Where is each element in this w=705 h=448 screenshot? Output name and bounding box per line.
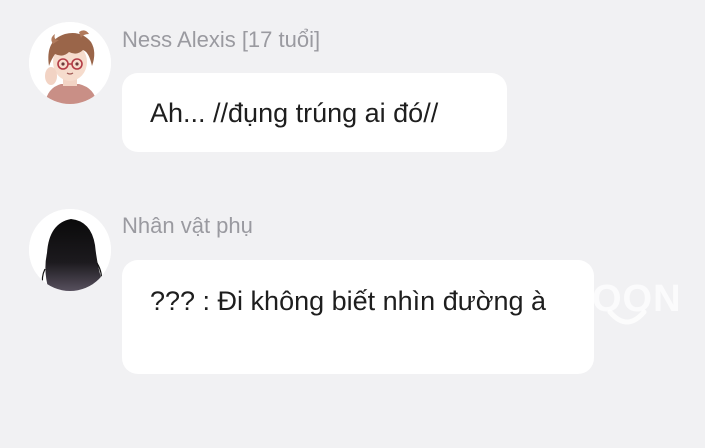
sender-name: Ness Alexis [17 tuổi] <box>122 27 321 52</box>
sender-name: Nhân vật phụ <box>122 213 253 238</box>
silhouette-avatar-icon <box>29 209 111 291</box>
message-text: Ah... //đụng trúng ai đó// <box>150 98 439 128</box>
message-text: ??? : Đi không biết nhìn đường à <box>150 286 547 316</box>
message-bubble[interactable]: ??? : Đi không biết nhìn đường à <box>122 260 594 374</box>
anime-boy-avatar[interactable] <box>29 22 111 104</box>
anime-boy-avatar-icon <box>29 22 111 104</box>
watermark: OON <box>592 278 692 338</box>
message-bubble[interactable]: Ah... //đụng trúng ai đó// <box>122 73 507 152</box>
smile-icon <box>607 309 647 325</box>
silhouette-avatar[interactable] <box>29 209 111 291</box>
